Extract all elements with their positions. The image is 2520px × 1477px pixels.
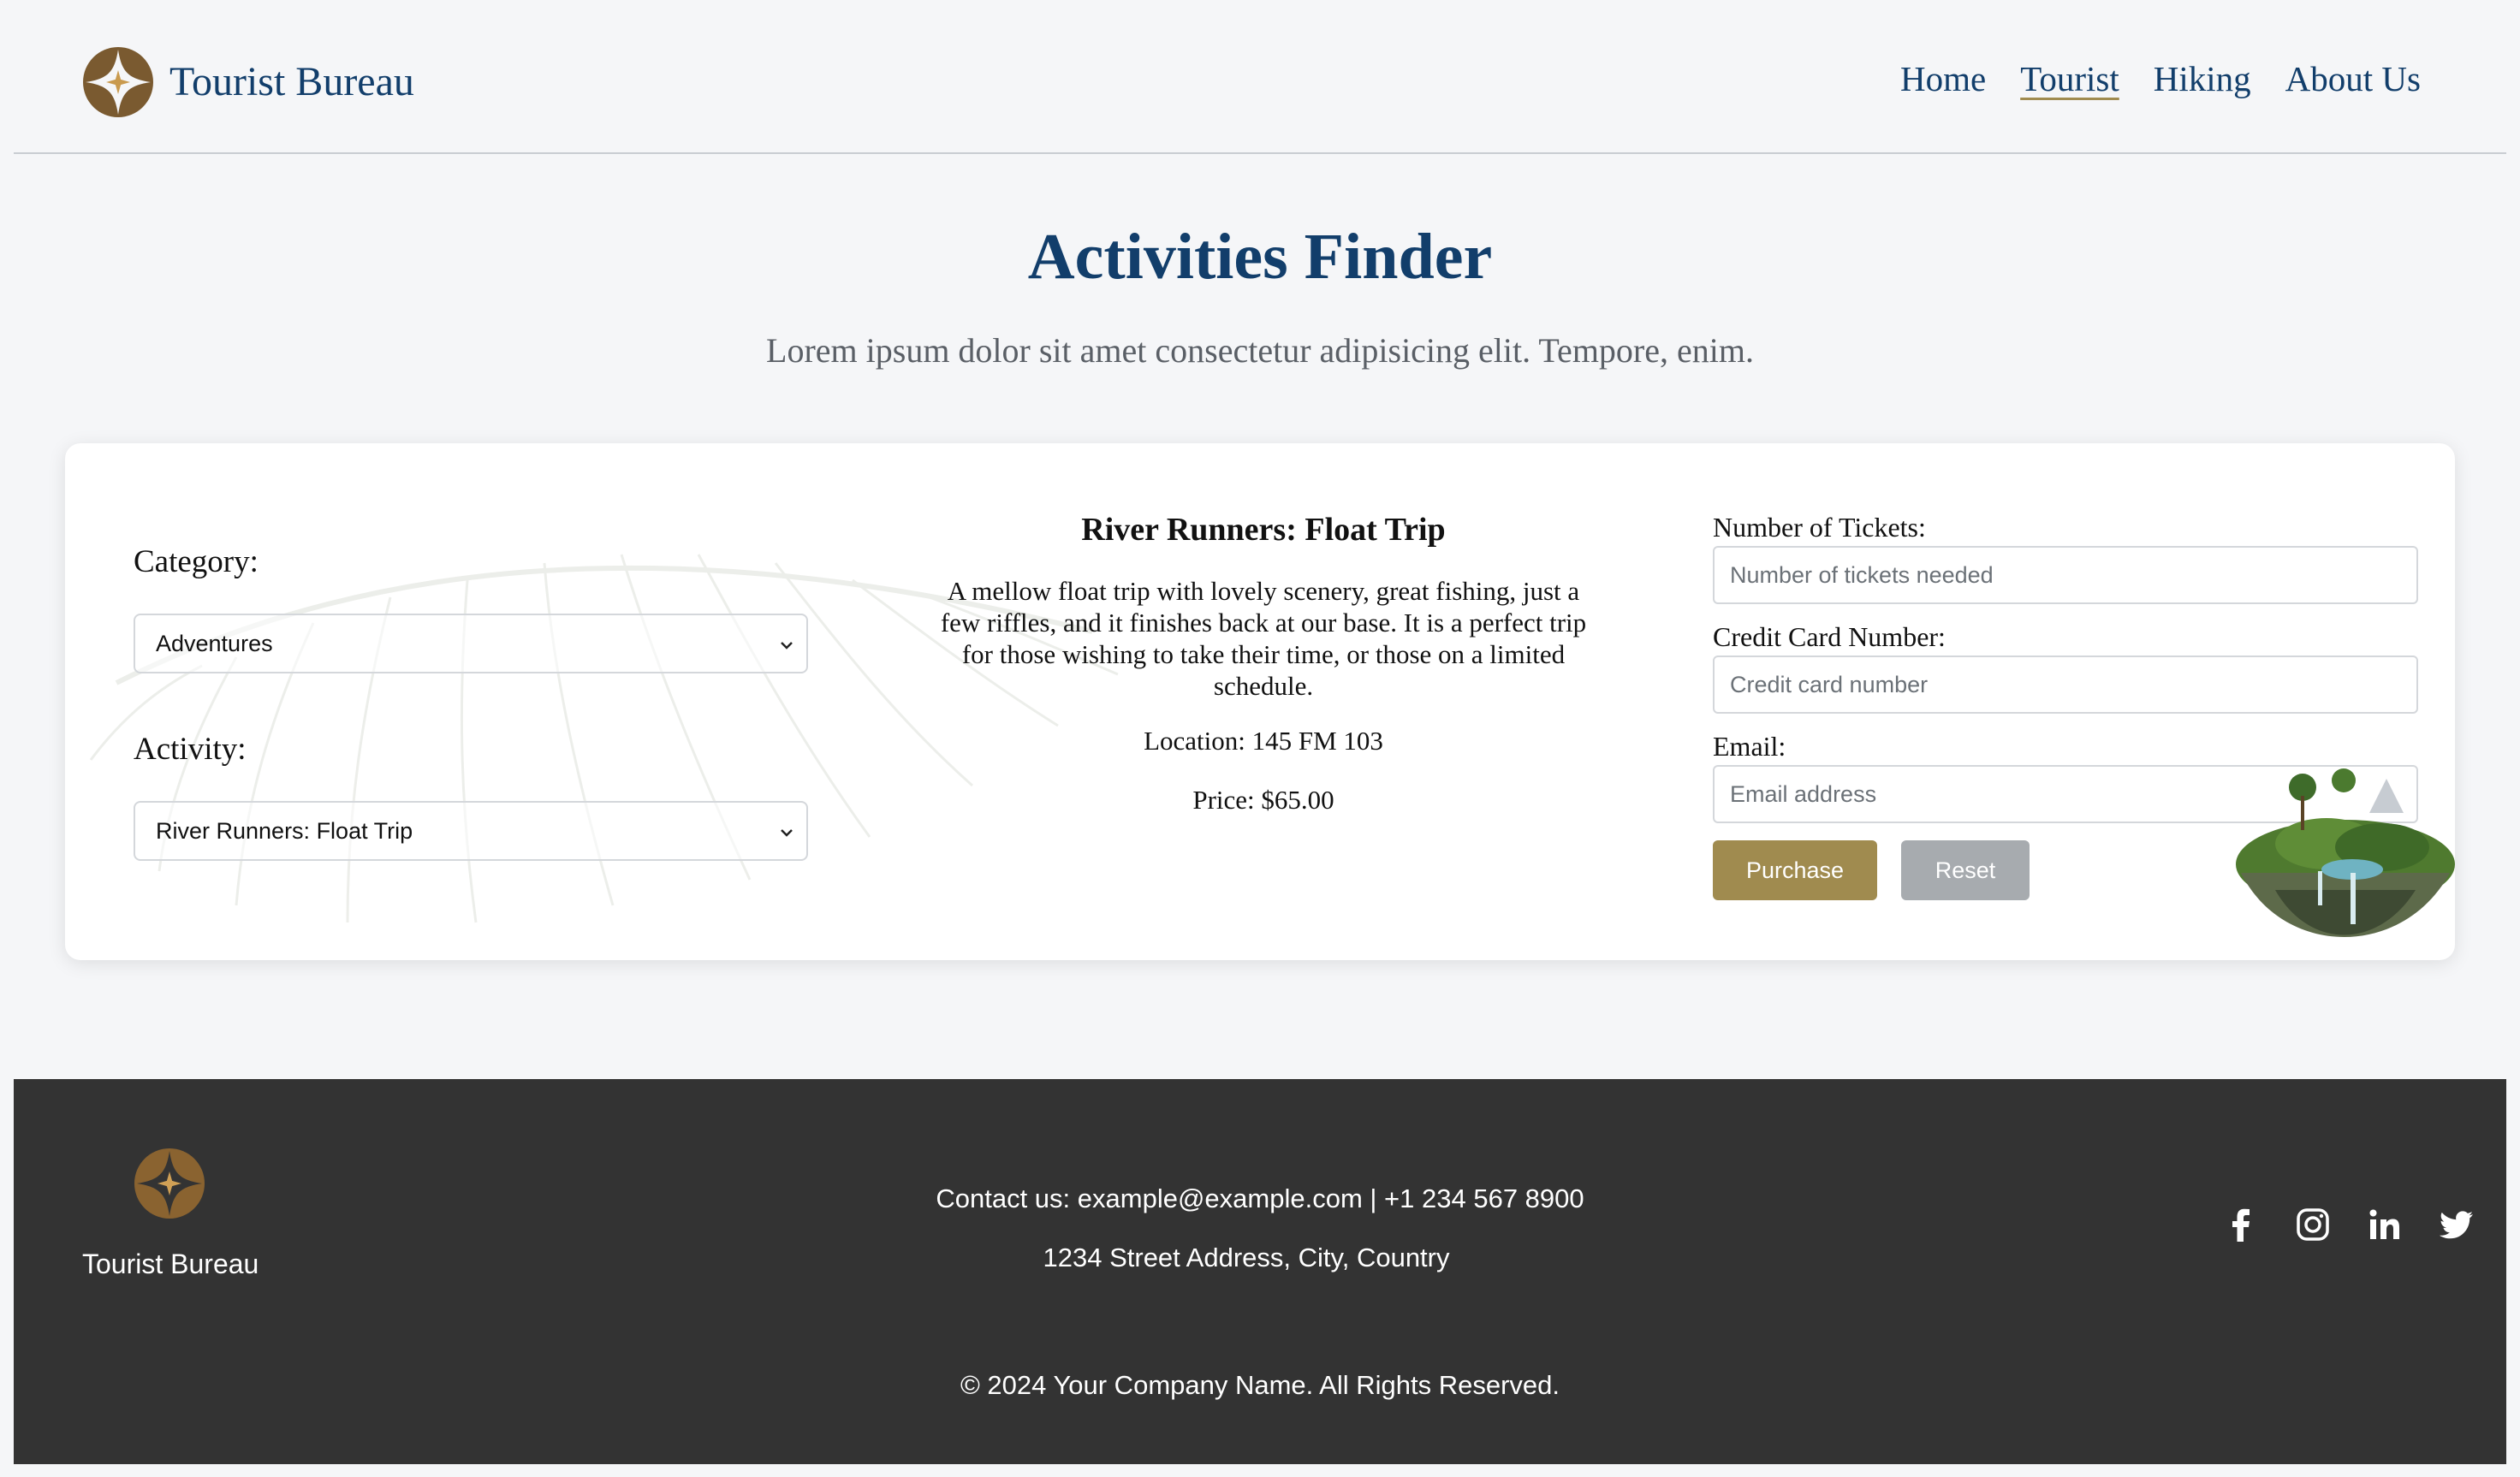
- email-label: Email:: [1713, 731, 1786, 762]
- activity-details: River Runners: Float Trip A mellow float…: [921, 513, 1606, 813]
- main-nav: Home Tourist Hiking About Us: [1900, 62, 2421, 97]
- footer-contact: Contact us: example@example.com | +1 234…: [936, 1183, 1584, 1213]
- page-title: Activities Finder: [1027, 221, 1493, 293]
- email-input[interactable]: [1713, 765, 2418, 823]
- site-header: Tourist Bureau Home Tourist Hiking About…: [14, 0, 2506, 154]
- category-selected-value: Adventures: [156, 630, 273, 656]
- filters-column: Category: Adventures Activity: River Run…: [134, 546, 808, 861]
- activity-finder-card: Category: Adventures Activity: River Run…: [65, 443, 2455, 960]
- page-subtitle: Lorem ipsum dolor sit amet consectetur a…: [766, 331, 1754, 370]
- tickets-label: Number of Tickets:: [1713, 512, 1926, 543]
- category-select[interactable]: Adventures: [134, 614, 808, 673]
- activity-label: Activity:: [134, 732, 247, 767]
- chevron-down-icon: [781, 642, 793, 650]
- category-label: Category:: [134, 544, 259, 579]
- activity-select[interactable]: River Runners: Float Trip: [134, 801, 808, 861]
- footer-copyright: © 2024 Your Company Name. All Rights Res…: [960, 1370, 1560, 1400]
- tickets-input[interactable]: [1713, 546, 2418, 604]
- chevron-down-icon: [781, 829, 793, 837]
- brand[interactable]: Tourist Bureau: [82, 46, 414, 118]
- nav-tourist[interactable]: Tourist: [2020, 62, 2119, 97]
- facebook-icon[interactable]: [2222, 1206, 2260, 1243]
- compass-logo-icon: [83, 47, 153, 117]
- footer-address: 1234 Street Address, City, Country: [1043, 1243, 1450, 1272]
- linkedin-icon[interactable]: [2366, 1206, 2404, 1243]
- nav-about-us[interactable]: About Us: [2285, 62, 2421, 97]
- purchase-button[interactable]: Purchase: [1713, 840, 1877, 900]
- nav-hiking[interactable]: Hiking: [2154, 62, 2251, 97]
- credit-card-label: Credit Card Number:: [1713, 621, 1946, 652]
- activity-description: A mellow float trip with lovely scenery,…: [940, 576, 1587, 701]
- nav-home[interactable]: Home: [1900, 62, 1986, 97]
- site-footer: Tourist Bureau Contact us: example@examp…: [14, 1079, 2506, 1464]
- social-links: [2222, 1206, 2475, 1243]
- credit-card-input[interactable]: [1713, 655, 2418, 714]
- instagram-icon[interactable]: [2294, 1206, 2332, 1243]
- activity-selected-value: River Runners: Float Trip: [156, 817, 413, 844]
- reset-button[interactable]: Reset: [1901, 840, 2030, 900]
- form-buttons: Purchase Reset: [1713, 840, 2418, 900]
- twitter-icon[interactable]: [2438, 1206, 2475, 1243]
- activity-location: Location: 145 FM 103: [1144, 726, 1383, 756]
- purchase-form: Number of Tickets: Credit Card Number: E…: [1713, 513, 2418, 900]
- activity-price: Price: $65.00: [1192, 785, 1334, 815]
- brand-name: Tourist Bureau: [169, 59, 414, 104]
- activity-title: River Runners: Float Trip: [1081, 512, 1446, 548]
